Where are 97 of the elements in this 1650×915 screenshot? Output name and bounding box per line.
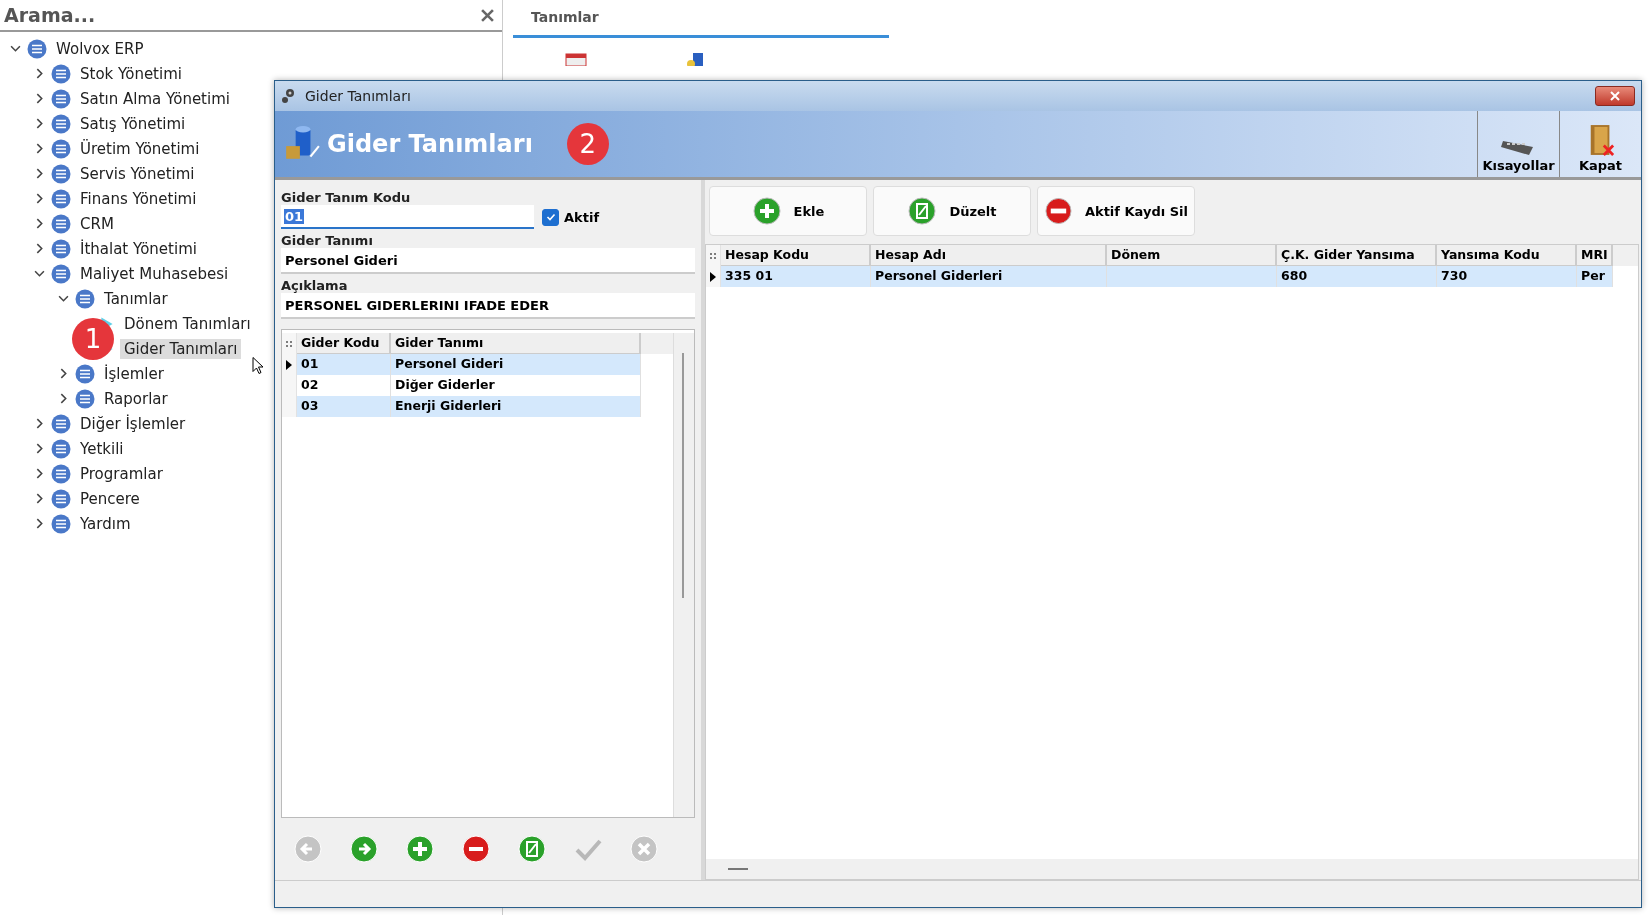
plus-icon xyxy=(751,196,782,226)
number-badge: 2 xyxy=(566,123,609,165)
tree-item[interactable]: Wolvox ERP xyxy=(52,38,148,59)
list-icon xyxy=(51,263,71,284)
close-icon xyxy=(1610,91,1620,101)
column-header[interactable]: Dönem xyxy=(1107,245,1277,266)
column-header[interactable]: Gider Tanımı xyxy=(391,333,641,354)
column-header[interactable]: Hesap Adı xyxy=(871,245,1107,266)
grip-icon xyxy=(710,252,716,259)
tree-item[interactable]: Üretim Yönetimi xyxy=(76,138,204,159)
list-icon xyxy=(51,488,71,509)
grip-icon xyxy=(286,340,292,347)
tree-item[interactable]: Maliyet Muhasebesi xyxy=(76,263,233,284)
calendar-icon[interactable] xyxy=(563,52,589,66)
tree-item[interactable]: Gider Tanımları xyxy=(120,338,242,359)
close-form-button[interactable]: Kapat xyxy=(1559,111,1641,177)
table-cell: 680 xyxy=(1277,266,1437,287)
list-icon xyxy=(27,38,47,59)
tree-item[interactable]: Yetkili xyxy=(76,438,128,459)
checkbox-label: Aktif xyxy=(564,209,600,225)
table-cell: 01 xyxy=(297,354,391,375)
gears-icon xyxy=(281,88,297,104)
add-button[interactable] xyxy=(405,834,435,864)
field-label: Açıklama xyxy=(281,278,349,293)
description-field[interactable]: PERSONEL GIDERLERINI IFADE EDER xyxy=(281,293,695,319)
list-icon xyxy=(51,513,71,534)
shortcuts-button[interactable]: Kısayollar xyxy=(1477,111,1559,177)
edit-button[interactable]: Düzelt xyxy=(873,186,1031,236)
list-icon xyxy=(51,138,71,159)
name-field[interactable]: Personel Gideri xyxy=(281,248,695,274)
list-icon xyxy=(51,188,71,209)
list-icon xyxy=(51,438,71,459)
header-title: Gider Tanımları xyxy=(327,130,533,158)
tree-item[interactable]: Raporlar xyxy=(100,388,172,409)
chevron-down-icon[interactable] xyxy=(33,268,45,279)
table-cell: Enerji Giderleri xyxy=(391,396,641,417)
add-button[interactable]: Ekle xyxy=(709,186,867,236)
column-header[interactable]: Ç.K. Gider Yansıma xyxy=(1277,245,1437,266)
table-cell: Personel Gideri xyxy=(391,354,641,375)
chevron-down-icon[interactable] xyxy=(9,43,21,54)
list-icon xyxy=(51,163,71,184)
checkmark-icon xyxy=(545,212,556,222)
tree-item[interactable]: Diğer İşlemler xyxy=(76,413,190,434)
tree-item[interactable]: Servis Yönetimi xyxy=(76,163,199,184)
tree-item[interactable]: Stok Yönetimi xyxy=(76,63,186,84)
tree-item[interactable]: Satın Alma Yönetimi xyxy=(76,88,234,109)
tree-item[interactable]: CRM xyxy=(76,213,118,234)
close-icon[interactable] xyxy=(481,8,494,22)
tree-item[interactable]: Dönem Tanımları xyxy=(120,313,255,334)
list-icon xyxy=(51,213,71,234)
close-button[interactable] xyxy=(1595,86,1635,106)
row-indicator[interactable] xyxy=(706,266,721,287)
tree-item[interactable]: Satış Yönetimi xyxy=(76,113,190,134)
tree-item[interactable]: Pencere xyxy=(76,488,144,509)
list-icon xyxy=(75,288,95,309)
delete-button[interactable]: Aktif Kaydı Sil xyxy=(1037,186,1195,236)
chevron-down-icon[interactable] xyxy=(57,293,69,304)
tree-item[interactable]: Yardım xyxy=(76,513,135,534)
edit-button[interactable] xyxy=(517,834,547,864)
list-icon xyxy=(51,113,71,134)
field-value: 01 xyxy=(284,208,305,224)
table-cell: Per xyxy=(1577,266,1613,287)
tree-item[interactable]: Programlar xyxy=(76,463,167,484)
list-icon xyxy=(51,413,71,434)
tree-item[interactable]: Tanımlar xyxy=(100,288,172,309)
table-cell: Personel Giderleri xyxy=(871,266,1107,287)
list-icon xyxy=(51,63,71,84)
edit-icon xyxy=(907,196,938,226)
column-header[interactable]: Yansıma Kodu xyxy=(1437,245,1577,266)
mouse-cursor-icon xyxy=(252,356,264,375)
minus-icon xyxy=(1044,196,1073,226)
list-icon xyxy=(51,238,71,259)
search-field[interactable]: Arama... xyxy=(2,3,481,27)
list-icon xyxy=(51,463,71,484)
list-icon xyxy=(75,363,95,384)
tree-item[interactable]: Finans Yönetimi xyxy=(76,188,201,209)
delete-button[interactable] xyxy=(461,834,491,864)
checkbox[interactable] xyxy=(542,208,559,226)
scrollbar[interactable] xyxy=(673,333,694,817)
list-icon xyxy=(51,88,71,109)
window-title: Gider Tanımları xyxy=(305,88,412,104)
column-header[interactable]: Hesap Kodu xyxy=(721,245,871,266)
column-header[interactable]: MRI xyxy=(1577,245,1613,266)
scrollbar[interactable] xyxy=(706,859,1638,879)
table-cell: 730 xyxy=(1437,266,1577,287)
field-label: Gider Tanım Kodu xyxy=(281,190,412,205)
tree-item[interactable]: İşlemler xyxy=(100,363,168,384)
tree-item[interactable]: İthalat Yönetimi xyxy=(76,238,201,259)
table-cell: 335 01 xyxy=(721,266,871,287)
next-button[interactable] xyxy=(349,834,379,864)
tab[interactable]: Tanımlar xyxy=(513,0,889,38)
list-icon xyxy=(75,388,95,409)
table-cell: 03 xyxy=(297,396,391,417)
number-badge: 1 xyxy=(72,318,114,360)
column-header[interactable]: Gider Kodu xyxy=(297,333,391,354)
code-field[interactable]: 01 xyxy=(281,205,534,229)
field-label: Gider Tanımı xyxy=(281,233,374,248)
